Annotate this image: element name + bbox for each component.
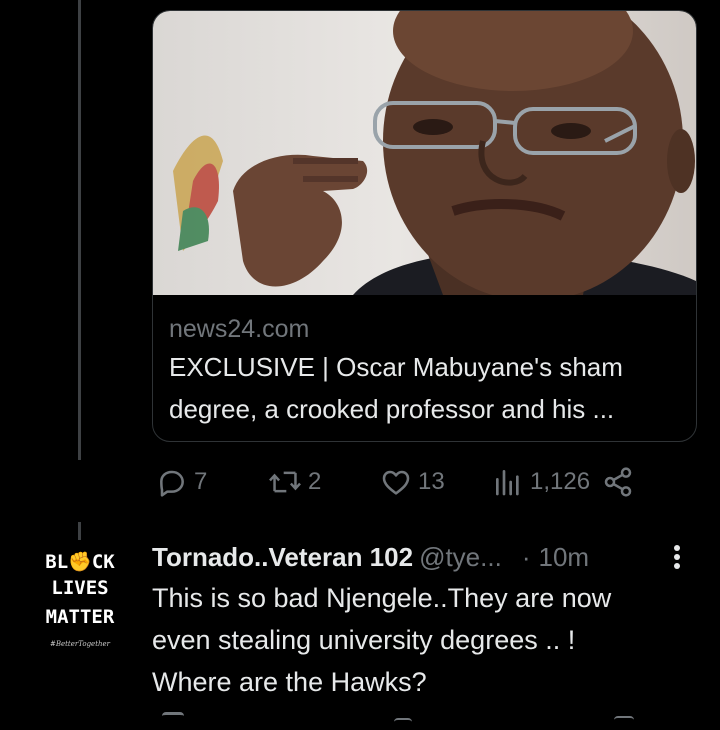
card-meta: news24.com EXCLUSIVE | Oscar Mabuyane's … [169, 313, 682, 429]
more-options-button[interactable] [662, 542, 692, 572]
thread-line-connector [78, 522, 81, 540]
like-count: 13 [418, 468, 445, 495]
reply-tweet[interactable]: Tornado..Veteran 102 @tye... · 10m This … [152, 538, 700, 702]
views-button[interactable]: 1,126 [492, 460, 590, 504]
retweet-icon [269, 471, 301, 493]
avatar[interactable]: BL✊CK LIVES MATTER #BetterTogether [42, 546, 118, 656]
avatar-text-line-4: #BetterTogether [50, 640, 111, 648]
reply-timestamp[interactable]: 10m [538, 542, 589, 573]
reply-action-stub [162, 712, 184, 725]
share-icon [604, 467, 632, 497]
card-title-line-2[interactable]: degree, a crooked professor and his ... [169, 389, 682, 429]
reply-header: Tornado..Veteran 102 @tye... · 10m [152, 538, 700, 576]
article-image[interactable] [153, 11, 696, 295]
like-button[interactable]: 13 [380, 460, 445, 504]
reply-handle[interactable]: @tye... [419, 542, 502, 573]
reply-text-line-3: Where are the Hawks? [152, 667, 427, 697]
reply-action-stub [614, 716, 634, 728]
reply-action-stub [394, 718, 412, 730]
reply-icon [160, 470, 184, 497]
reply-text-line-1: This is so bad Njengele..They are now [152, 583, 612, 613]
reply-actions-partial [156, 712, 656, 722]
heart-icon [382, 470, 410, 495]
views-icon [496, 470, 519, 496]
reply-display-name[interactable]: Tornado..Veteran 102 [152, 542, 413, 573]
retweet-count: 2 [308, 468, 322, 495]
reply-text-line-2: even stealing university degrees .. ! [152, 625, 576, 655]
thread-line-top [78, 0, 81, 460]
tweet-actions: 7 2 13 1,126 [156, 460, 696, 504]
avatar-text-line-3: MATTER [46, 606, 115, 628]
reply-separator: · [521, 541, 531, 572]
card-title-line-1[interactable]: EXCLUSIVE | Oscar Mabuyane's sham [169, 347, 682, 387]
reply-count: 7 [194, 468, 208, 495]
link-preview-card[interactable]: news24.com EXCLUSIVE | Oscar Mabuyane's … [152, 10, 697, 442]
share-button[interactable] [602, 460, 634, 504]
card-domain: news24.com [169, 315, 310, 343]
black-lives-matter-avatar: BL✊CK LIVES MATTER #BetterTogether [45, 551, 115, 648]
more-icon [674, 545, 680, 569]
retweet-button[interactable]: 2 [268, 460, 321, 504]
avatar-text-line-1: BL✊CK [45, 551, 115, 573]
avatar-text-line-2: LIVES [51, 577, 108, 599]
reply-button[interactable]: 7 [156, 460, 207, 504]
article-photo [173, 11, 696, 295]
view-count: 1,126 [530, 468, 591, 495]
